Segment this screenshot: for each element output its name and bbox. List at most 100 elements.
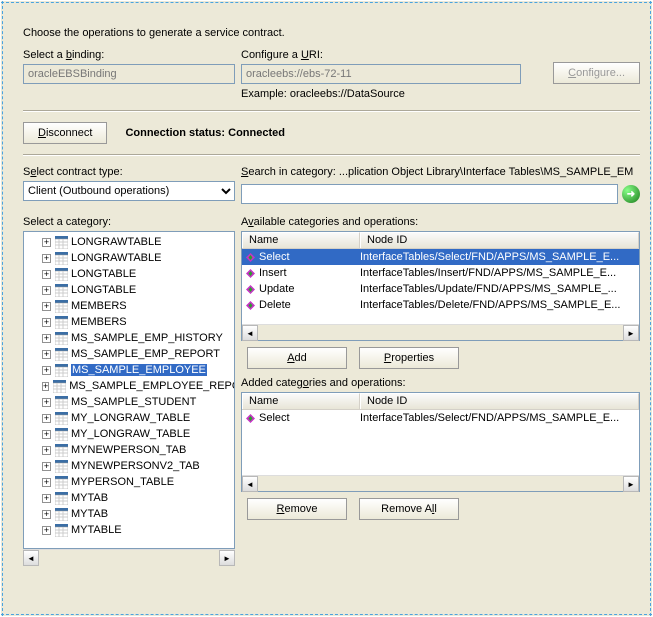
tree-item[interactable]: +MYNEWPERSON_TAB [26, 442, 234, 458]
scroll-left-icon[interactable]: ◄ [242, 325, 258, 341]
expand-icon[interactable]: + [42, 414, 51, 423]
uri-example: Example: oracleebs://DataSource [241, 88, 640, 100]
binding-input [23, 64, 235, 84]
tree-hscroll[interactable]: ◄ ► [23, 549, 235, 565]
expand-icon[interactable]: + [42, 334, 51, 343]
added-col-name[interactable]: Name [242, 393, 360, 409]
expand-icon[interactable]: + [42, 350, 51, 359]
expand-icon[interactable]: + [42, 254, 51, 263]
expand-icon[interactable]: + [42, 462, 51, 471]
expand-icon[interactable]: + [42, 270, 51, 279]
binding-label: Select a binding: [23, 49, 235, 61]
search-label: Search in category: ...plication Object … [241, 166, 640, 178]
available-ops-list[interactable]: Name Node ID SelectInterfaceTables/Selec… [241, 231, 640, 341]
scroll-right-icon[interactable]: ► [623, 476, 639, 492]
available-hscroll[interactable]: ◄ ► [242, 324, 639, 340]
uri-label: Configure a URI: [241, 49, 521, 61]
list-row[interactable]: InsertInterfaceTables/Insert/FND/APPS/MS… [242, 265, 639, 281]
list-row[interactable]: UpdateInterfaceTables/Update/FND/APPS/MS… [242, 281, 639, 297]
expand-icon[interactable]: + [42, 526, 51, 535]
add-button[interactable]: Add [247, 347, 347, 369]
page-instruction: Choose the operations to generate a serv… [23, 27, 640, 39]
table-icon [55, 268, 68, 281]
expand-icon[interactable]: + [42, 430, 51, 439]
expand-icon[interactable]: + [42, 398, 51, 407]
expand-icon[interactable]: + [42, 318, 51, 327]
table-icon [55, 460, 68, 473]
uri-input [241, 64, 521, 84]
scroll-left-icon[interactable]: ◄ [242, 476, 258, 492]
divider [23, 110, 640, 112]
tree-item[interactable]: +MS_SAMPLE_EMPLOYEE_REPO [26, 378, 234, 394]
table-icon [55, 508, 68, 521]
table-icon [55, 524, 68, 537]
category-label: Select a category: [23, 216, 235, 228]
available-ops-label: Available categories and operations: [241, 216, 640, 228]
tree-item[interactable]: +LONGRAWTABLE [26, 250, 234, 266]
operation-icon [246, 253, 255, 262]
tree-item[interactable]: +MEMBERS [26, 314, 234, 330]
tree-item[interactable]: +MS_SAMPLE_EMP_HISTORY [26, 330, 234, 346]
tree-item[interactable]: +MYTABLE [26, 522, 234, 538]
expand-icon[interactable]: + [42, 494, 51, 503]
expand-icon[interactable]: + [42, 238, 51, 247]
scroll-right-icon[interactable]: ► [219, 550, 235, 566]
operation-icon [246, 301, 255, 310]
expand-icon[interactable]: + [42, 446, 51, 455]
remove-all-button[interactable]: Remove All [359, 498, 459, 520]
table-icon [55, 332, 68, 345]
tree-item[interactable]: +LONGTABLE [26, 266, 234, 282]
table-icon [55, 236, 68, 249]
expand-icon[interactable]: + [42, 366, 51, 375]
table-icon [55, 428, 68, 441]
connection-status: Connection status: Connected [125, 127, 285, 139]
tree-item[interactable]: +MS_SAMPLE_STUDENT [26, 394, 234, 410]
contract-type-select[interactable]: Client (Outbound operations) [23, 181, 235, 201]
operation-icon [246, 285, 255, 294]
table-icon [55, 364, 68, 377]
table-icon [55, 412, 68, 425]
tree-item[interactable]: +LONGTABLE [26, 282, 234, 298]
expand-icon[interactable]: + [42, 382, 49, 391]
list-row[interactable]: SelectInterfaceTables/Select/FND/APPS/MS… [242, 249, 639, 265]
tree-item[interactable]: +MEMBERS [26, 298, 234, 314]
table-icon [55, 316, 68, 329]
table-icon [55, 396, 68, 409]
available-col-name[interactable]: Name [242, 232, 360, 248]
expand-icon[interactable]: + [42, 478, 51, 487]
operation-icon [246, 269, 255, 278]
table-icon [55, 492, 68, 505]
remove-button[interactable]: Remove [247, 498, 347, 520]
tree-item[interactable]: +MYTAB [26, 506, 234, 522]
operation-icon [246, 414, 255, 423]
list-row[interactable]: SelectInterfaceTables/Select/FND/APPS/MS… [242, 410, 639, 426]
tree-item[interactable]: +MS_SAMPLE_EMP_REPORT [26, 346, 234, 362]
category-tree[interactable]: +LONGRAWTABLE+LONGRAWTABLE+LONGTABLE+LON… [23, 231, 235, 549]
added-col-node[interactable]: Node ID [360, 393, 639, 409]
available-col-node[interactable]: Node ID [360, 232, 639, 248]
expand-icon[interactable]: + [42, 510, 51, 519]
search-go-icon[interactable]: ➜ [622, 185, 640, 203]
search-input[interactable] [241, 184, 618, 204]
table-icon [53, 380, 66, 393]
table-icon [55, 348, 68, 361]
tree-item[interactable]: +MYNEWPERSONV2_TAB [26, 458, 234, 474]
scroll-right-icon[interactable]: ► [623, 325, 639, 341]
tree-item[interactable]: +MY_LONGRAW_TABLE [26, 410, 234, 426]
tree-item[interactable]: +MS_SAMPLE_EMPLOYEE [26, 362, 234, 378]
tree-item[interactable]: +MYTAB [26, 490, 234, 506]
tree-item[interactable]: +MYPERSON_TABLE [26, 474, 234, 490]
added-hscroll[interactable]: ◄ ► [242, 475, 639, 491]
configure-button: Configure... [553, 62, 640, 84]
properties-button[interactable]: Properties [359, 347, 459, 369]
expand-icon[interactable]: + [42, 286, 51, 295]
added-ops-list[interactable]: Name Node ID SelectInterfaceTables/Selec… [241, 392, 640, 492]
tree-item[interactable]: +MY_LONGRAW_TABLE [26, 426, 234, 442]
table-icon [55, 284, 68, 297]
tree-item[interactable]: +LONGRAWTABLE [26, 234, 234, 250]
list-row[interactable]: DeleteInterfaceTables/Delete/FND/APPS/MS… [242, 297, 639, 313]
expand-icon[interactable]: + [42, 302, 51, 311]
disconnect-button[interactable]: Disconnect [23, 122, 107, 144]
scroll-left-icon[interactable]: ◄ [23, 550, 39, 566]
divider-2 [23, 154, 640, 156]
